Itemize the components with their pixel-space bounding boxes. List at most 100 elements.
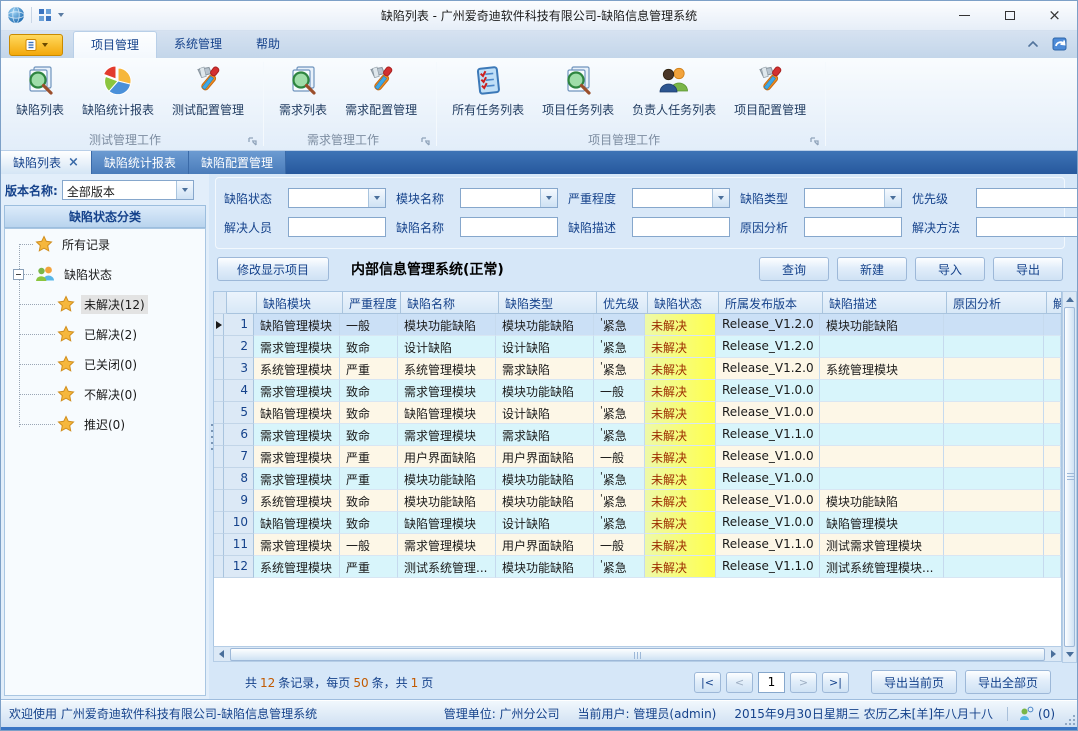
chevron-down-icon[interactable] [712, 189, 729, 207]
user-message-icon[interactable] [1018, 706, 1034, 722]
maximize-icon [1005, 11, 1015, 20]
ribbon-button[interactable]: 缺陷统计报表 [73, 62, 163, 120]
maximize-button[interactable] [987, 1, 1032, 30]
table-header-cell[interactable]: 解决方法 [1047, 292, 1062, 314]
priority-cell: 紧急 [594, 512, 645, 534]
tree-item[interactable]: 缺陷状态 [5, 259, 205, 289]
severity-cell: 一般 [340, 534, 398, 556]
tree-item[interactable]: 已解决(2) [5, 319, 205, 349]
tree-item[interactable]: 不解决(0) [5, 379, 205, 409]
cause-cell [944, 468, 1044, 490]
table-header-cell[interactable]: 缺陷描述 [823, 292, 947, 314]
query-button[interactable]: 查询 [759, 257, 829, 281]
filter-input[interactable] [288, 217, 386, 237]
modify-display-items-button[interactable]: 修改显示项目 [217, 257, 329, 281]
horizontal-scroll-thumb[interactable] [230, 648, 1045, 661]
resize-grip[interactable] [1064, 714, 1076, 726]
ribbon-button[interactable]: 负责人任务列表 [623, 62, 725, 120]
filter-select[interactable] [976, 188, 1078, 208]
table-row[interactable]: 4需求管理模块致命需求管理模块模块功能缺陷一般未解决Release_V1.0.0 [214, 380, 1061, 402]
scroll-down-arrow-icon[interactable] [1063, 647, 1076, 662]
table-row[interactable]: 5缺陷管理模块致命缺陷管理模块设计缺陷紧急未解决Release_V1.0.0 [214, 402, 1061, 424]
filter-input[interactable] [976, 217, 1078, 237]
ribbon-button[interactable]: 测试配置管理 [163, 62, 253, 120]
table-header-cell[interactable]: 严重程度 [343, 292, 401, 314]
page-next-button[interactable]: > [790, 672, 817, 693]
scroll-left-arrow-icon[interactable] [214, 647, 229, 661]
chevron-down-icon[interactable] [368, 189, 385, 207]
filter-select[interactable] [288, 188, 386, 208]
dialog-launcher-icon[interactable] [420, 136, 432, 148]
ribbon-tab[interactable]: 项目管理 [73, 31, 157, 58]
table-row[interactable]: 11需求管理模块一般需求管理模块用户界面缺陷一般未解决Release_V1.1.… [214, 534, 1061, 556]
table-row[interactable]: 8需求管理模块严重模块功能缺陷模块功能缺陷紧急未解决Release_V1.0.0 [214, 468, 1061, 490]
export-current-page-button[interactable]: 导出当前页 [871, 670, 957, 694]
table-row[interactable]: 9系统管理模块致命模块功能缺陷模块功能缺陷紧急未解决Release_V1.0.0… [214, 490, 1061, 512]
ribbon-button[interactable]: 所有任务列表 [443, 62, 533, 120]
table-header-cell[interactable]: 所属发布版本 [719, 292, 823, 314]
tree-item[interactable]: 已关闭(0) [5, 349, 205, 379]
table-header-cell[interactable]: 原因分析 [947, 292, 1047, 314]
dialog-launcher-icon[interactable] [809, 136, 821, 148]
ribbon-button[interactable]: 项目任务列表 [533, 62, 623, 120]
description-cell [820, 424, 944, 446]
filter-input[interactable] [460, 217, 558, 237]
table-row[interactable]: 7需求管理模块严重用户界面缺陷用户界面缺陷一般未解决Release_V1.0.0 [214, 446, 1061, 468]
table-row[interactable]: 12系统管理模块严重测试系统管理...模块功能缺陷紧急未解决Release_V1… [214, 556, 1061, 578]
description-cell: 系统管理模块 [820, 358, 944, 380]
filter-select[interactable] [804, 188, 902, 208]
filter-input[interactable] [804, 217, 902, 237]
ribbon-button[interactable]: 项目配置管理 [725, 62, 815, 120]
filter-select[interactable] [460, 188, 558, 208]
version-select[interactable]: 全部版本 [62, 180, 194, 200]
tree-item[interactable]: 未解决(12) [5, 289, 205, 319]
table-header-cell[interactable]: 优先级 [597, 292, 648, 314]
table-row[interactable]: 6需求管理模块致命需求管理模块需求缺陷紧急未解决Release_V1.1.0 [214, 424, 1061, 446]
chevron-up-icon[interactable] [1025, 36, 1041, 52]
table-row[interactable]: 1缺陷管理模块一般模块功能缺陷模块功能缺陷紧急未解决Release_V1.2.0… [214, 314, 1061, 336]
export-all-pages-button[interactable]: 导出全部页 [965, 670, 1051, 694]
close-button[interactable]: × [1032, 1, 1077, 30]
import-button[interactable]: 导入 [915, 257, 985, 281]
new-button[interactable]: 新建 [837, 257, 907, 281]
chevron-down-icon[interactable] [540, 189, 557, 207]
document-tab[interactable]: 缺陷列表× [1, 151, 92, 174]
page-first-button[interactable]: |< [694, 672, 721, 693]
dialog-launcher-icon[interactable] [247, 136, 259, 148]
minimize-button[interactable] [942, 1, 987, 30]
tree-item[interactable]: 所有记录 [5, 229, 205, 259]
filter-select[interactable] [632, 188, 730, 208]
table-header-cell[interactable]: 缺陷类型 [499, 292, 597, 314]
scroll-right-arrow-icon[interactable] [1046, 647, 1061, 661]
table-header-cell[interactable]: 缺陷状态 [648, 292, 719, 314]
vertical-scrollbar[interactable] [1062, 291, 1077, 663]
skin-style-icon[interactable] [1051, 35, 1069, 53]
app-menu-button[interactable] [9, 34, 63, 56]
severity-cell: 一般 [340, 314, 398, 336]
filter-input[interactable] [632, 217, 730, 237]
page-last-button[interactable]: >| [822, 672, 849, 693]
table-header-cell[interactable]: 缺陷名称 [401, 292, 499, 314]
close-icon[interactable]: × [68, 156, 79, 169]
ribbon-tab[interactable]: 帮助 [239, 31, 297, 58]
tree-expander-icon[interactable] [13, 269, 24, 280]
page-number-input[interactable] [758, 672, 785, 693]
document-tab[interactable]: 缺陷配置管理 [189, 151, 286, 174]
horizontal-scrollbar[interactable] [213, 646, 1062, 662]
scroll-up-arrow-icon[interactable] [1063, 292, 1076, 307]
table-header-cell[interactable]: 缺陷模块 [257, 292, 343, 314]
table-row[interactable]: 2需求管理模块致命设计缺陷设计缺陷紧急未解决Release_V1.2.0 [214, 336, 1061, 358]
table-row[interactable]: 3系统管理模块严重系统管理模块需求缺陷紧急未解决Release_V1.2.0系统… [214, 358, 1061, 380]
chevron-down-icon[interactable] [884, 189, 901, 207]
table-row[interactable]: 10缺陷管理模块致命缺陷管理模块设计缺陷紧急未解决Release_V1.0.0缺… [214, 512, 1061, 534]
ribbon-button[interactable]: 需求列表 [270, 62, 336, 120]
export-button[interactable]: 导出 [993, 257, 1063, 281]
tree-item[interactable]: 推迟(0) [5, 409, 205, 439]
ribbon-tab[interactable]: 系统管理 [157, 31, 239, 58]
page-prev-button[interactable]: < [726, 672, 753, 693]
vertical-scroll-thumb[interactable] [1064, 307, 1075, 647]
document-tab[interactable]: 缺陷统计报表 [92, 151, 189, 174]
ribbon-button[interactable]: 缺陷列表 [7, 62, 73, 120]
chevron-down-icon[interactable] [176, 181, 193, 199]
ribbon-button[interactable]: 需求配置管理 [336, 62, 426, 120]
